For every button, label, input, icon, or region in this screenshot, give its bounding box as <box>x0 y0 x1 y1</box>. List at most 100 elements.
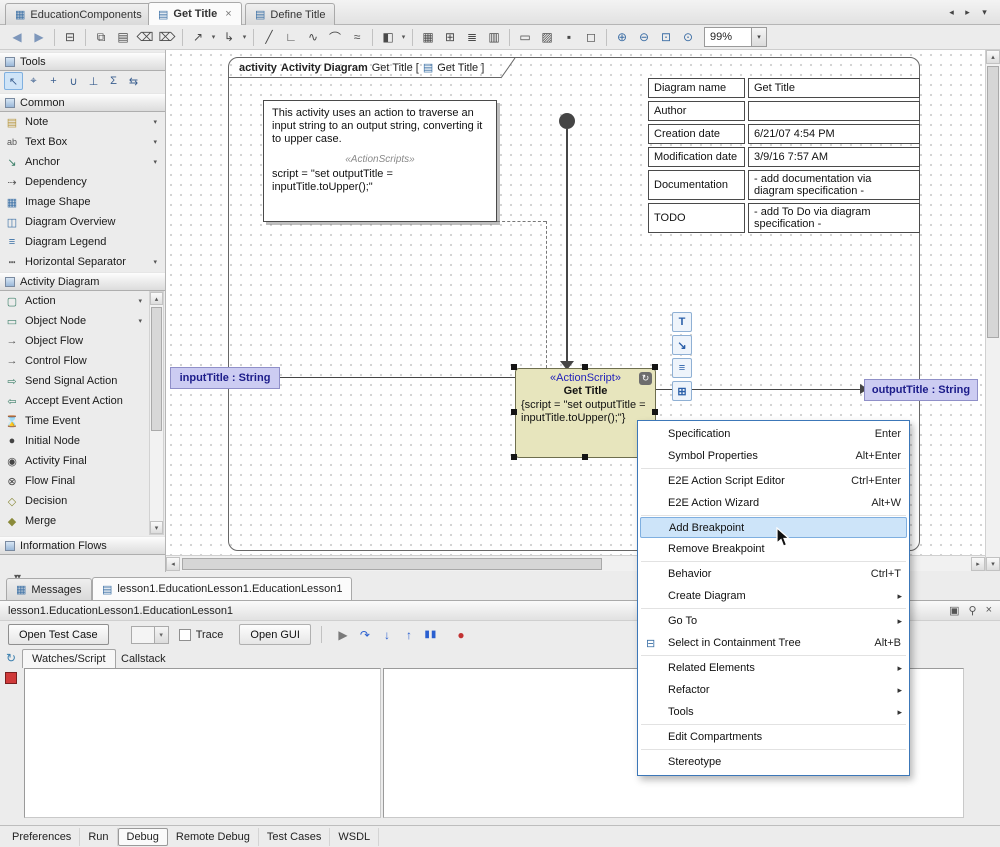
palette-item-time-event[interactable]: ⌛ Time Event <box>1 411 146 431</box>
palette-item-object-node[interactable]: ▭ Object Node ▾ <box>1 311 146 331</box>
bezier-path-icon[interactable]: ∿ <box>302 27 324 48</box>
menu-item-stereotype[interactable]: Stereotype <box>638 751 909 773</box>
paste-icon[interactable]: ▤ <box>112 27 134 48</box>
oblique-path-icon[interactable]: ╱ <box>258 27 280 48</box>
selection-handle[interactable] <box>652 364 658 370</box>
combo-field[interactable] <box>131 626 155 644</box>
tab-preferences[interactable]: Preferences <box>4 828 80 846</box>
tool-button-4[interactable]: ∪ <box>64 72 83 90</box>
spline-path-icon[interactable]: ≈ <box>346 27 368 48</box>
back-icon[interactable]: ◀ <box>6 27 28 48</box>
menu-item-refactor[interactable]: Refactor ▸ <box>638 679 909 701</box>
scroll-right-icon[interactable]: ▸ <box>971 557 985 571</box>
note-shape[interactable]: This activity uses an action to traverse… <box>263 100 497 222</box>
palette-item-text-box[interactable]: ab Text Box ▾ <box>1 132 161 152</box>
zoom-in-icon[interactable]: ⊕ <box>611 27 633 48</box>
action-script-badge-icon[interactable]: ↻ <box>639 372 652 385</box>
output-parameter-node[interactable]: outputTitle : String <box>864 379 978 401</box>
menu-item-behavior[interactable]: Behavior Ctrl+T <box>638 563 909 585</box>
palette-item-anchor[interactable]: ↘ Anchor ▾ <box>1 152 161 172</box>
scrollbar-thumb[interactable] <box>151 307 162 431</box>
palette-item-send-signal-action[interactable]: ⇨ Send Signal Action <box>1 371 146 391</box>
palette-scrollbar[interactable]: ▴ ▾ <box>149 291 164 535</box>
tab-education-components[interactable]: ▦ EducationComponents <box>5 3 152 25</box>
dropdown-icon[interactable]: ▾ <box>209 27 218 48</box>
palette-item-image-shape[interactable]: ▦ Image Shape <box>1 192 161 212</box>
dropdown-icon[interactable]: ▾ <box>153 118 157 126</box>
zoom-dropdown-icon[interactable]: ▾ <box>752 27 767 47</box>
dropdown-icon[interactable]: ▾ <box>153 138 157 146</box>
palette-item-horizontal-separator[interactable]: ┅ Horizontal Separator ▾ <box>1 252 161 272</box>
menu-item-e2e-action-script-editor[interactable]: E2E Action Script Editor Ctrl+Enter <box>638 470 909 492</box>
scroll-up-icon[interactable]: ▴ <box>986 50 1000 64</box>
menu-item-tools[interactable]: Tools ▸ <box>638 701 909 723</box>
fill-color-icon[interactable]: ◧ <box>377 27 399 48</box>
curve-path-icon[interactable]: ⌒ <box>324 27 346 48</box>
step-into-icon[interactable]: ↓ <box>376 625 398 645</box>
open-gui-button[interactable]: Open GUI <box>239 624 311 645</box>
palette-section-tools[interactable]: Tools <box>0 52 165 71</box>
layout-icon[interactable]: ≣ <box>461 27 483 48</box>
palette-item-merge[interactable]: ◆ Merge <box>1 511 146 531</box>
tab-test-cases[interactable]: Test Cases <box>259 828 330 846</box>
action-node-get-title[interactable]: ↻ «ActionScript» Get Title {script = "se… <box>515 368 656 458</box>
palette-item-initial-node[interactable]: ● Initial Node <box>1 431 146 451</box>
scroll-up-icon[interactable]: ▴ <box>150 292 163 305</box>
tab-debug[interactable]: Debug <box>118 828 168 846</box>
select-in-containment-tree-icon[interactable]: ⊟ <box>59 27 81 48</box>
selection-handle[interactable] <box>511 454 517 460</box>
test-case-combo[interactable]: ▾ <box>131 626 169 644</box>
palette-section-information-flows[interactable]: Information Flows <box>0 536 165 555</box>
refresh-icon[interactable]: ↻ <box>6 651 16 665</box>
zoom-one-to-one-icon[interactable]: ⊙ <box>677 27 699 48</box>
image-frame-icon[interactable]: ◻ <box>580 27 602 48</box>
dropdown-icon[interactable]: ▾ <box>240 27 249 48</box>
delete-icon[interactable]: ⌫ <box>134 27 156 48</box>
manipulator-resize-icon[interactable]: ↘ <box>672 335 692 355</box>
note-anchor-line[interactable] <box>546 221 547 368</box>
tab-remote-debug[interactable]: Remote Debug <box>168 828 259 846</box>
terminate-icon[interactable]: ● <box>450 625 472 645</box>
scroll-down-icon[interactable]: ▾ <box>986 557 1000 571</box>
pause-icon[interactable]: ▮▮ <box>420 625 442 645</box>
step-over-icon[interactable]: ↷ <box>354 625 376 645</box>
menu-item-add-breakpoint[interactable]: Add Breakpoint <box>640 517 907 538</box>
note-anchor-icon[interactable]: ↗ <box>187 27 209 48</box>
palette-item-object-flow[interactable]: → Object Flow <box>1 331 146 351</box>
menu-item-edit-compartments[interactable]: Edit Compartments <box>638 726 909 748</box>
tool-button-7[interactable]: ⇆ <box>124 72 143 90</box>
palette-item-control-flow[interactable]: → Control Flow <box>1 351 146 371</box>
image-shade-icon[interactable]: ▨ <box>536 27 558 48</box>
tab-define-title[interactable]: ▤ Define Title <box>245 3 335 25</box>
palette-item-action[interactable]: ▢ Action ▾ <box>1 291 146 311</box>
messages-tab[interactable]: ▦ Messages <box>6 578 92 600</box>
play-icon[interactable]: ▶ <box>332 625 354 645</box>
diagram-info-table[interactable]: Diagram name Get Title Author Creation d… <box>645 75 923 236</box>
image-dark-icon[interactable]: ▪ <box>558 27 580 48</box>
open-test-case-button[interactable]: Open Test Case <box>8 624 109 645</box>
palette-item-note[interactable]: ▤ Note ▾ <box>1 112 161 132</box>
float-panel-icon[interactable]: ▣ <box>949 604 959 617</box>
menu-item-create-diagram[interactable]: Create Diagram ▸ <box>638 585 909 607</box>
rectilinear-path-icon[interactable]: ∟ <box>280 27 302 48</box>
scroll-left-icon[interactable]: ◂ <box>166 557 180 571</box>
vertical-scrollbar[interactable]: ▴ ▾ <box>985 50 1000 571</box>
dropdown-icon[interactable]: ▾ <box>153 258 157 266</box>
manipulator-text-icon[interactable]: T <box>672 312 692 332</box>
tool-button-5[interactable]: ⊥ <box>84 72 103 90</box>
dropdown-icon[interactable]: ▾ <box>138 297 142 305</box>
palette-item-diagram-overview[interactable]: ◫ Diagram Overview <box>1 212 161 232</box>
tab-run[interactable]: Run <box>80 828 117 846</box>
show-grid-icon[interactable]: ▦ <box>417 27 439 48</box>
palette-section-activity-diagram[interactable]: Activity Diagram <box>0 272 165 291</box>
dropdown-icon[interactable]: ▾ <box>138 317 142 325</box>
trace-checkbox[interactable] <box>179 629 191 641</box>
menu-item-select-in-containment-tree[interactable]: ⊟ Select in Containment Tree Alt+B <box>638 632 909 654</box>
palette-section-common[interactable]: Common <box>0 93 165 112</box>
step-out-icon[interactable]: ↑ <box>398 625 420 645</box>
menu-item-remove-breakpoint[interactable]: Remove Breakpoint <box>638 538 909 560</box>
tool-button-3[interactable]: + <box>44 72 63 90</box>
input-object-flow-edge[interactable] <box>280 377 515 378</box>
manipulator-compartments-icon[interactable]: ≡ <box>672 358 692 378</box>
menu-item-specification[interactable]: Specification Enter <box>638 423 909 445</box>
